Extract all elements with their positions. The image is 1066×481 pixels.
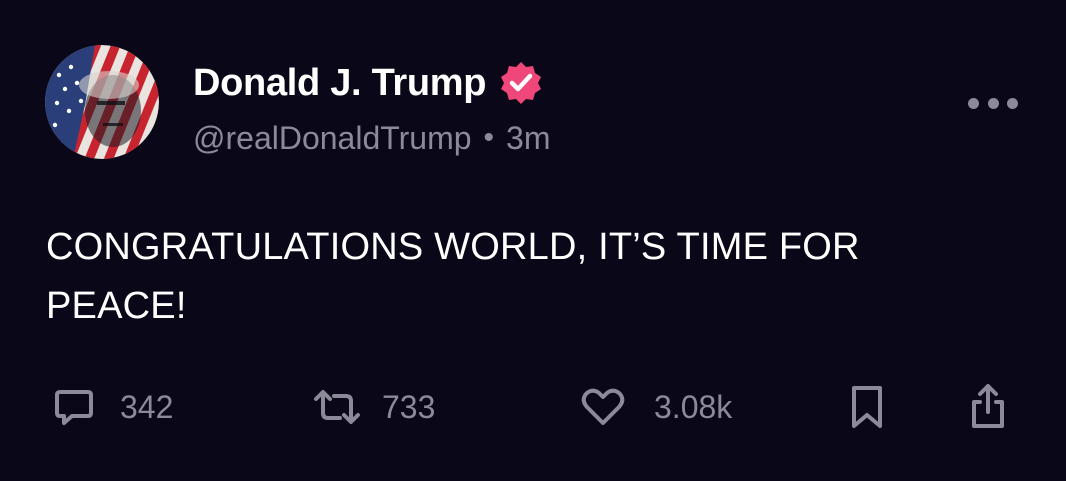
bookmark-icon — [852, 386, 882, 428]
share-icon — [972, 384, 1004, 428]
heart-icon — [581, 388, 625, 425]
post-text: CONGRATULATIONS WORLD, IT’S TIME FOR PEA… — [46, 218, 1006, 336]
like-button[interactable]: 3.08k — [578, 382, 732, 432]
share-button[interactable] — [968, 382, 1008, 432]
post-timestamp[interactable]: 3m — [506, 120, 550, 157]
author-handle-row: @realDonaldTrump • 3m — [193, 116, 550, 160]
avatar[interactable] — [45, 45, 159, 159]
repost-count: 733 — [382, 388, 436, 425]
post-text-line: PEACE! — [46, 285, 187, 327]
avatar-image — [45, 45, 159, 159]
repost-button[interactable]: 733 — [308, 382, 435, 432]
author-name-row: Donald J. Trump — [193, 58, 544, 108]
more-dot — [1007, 97, 1018, 109]
reply-button[interactable]: 342 — [50, 382, 173, 432]
comment-icon — [55, 390, 93, 425]
reply-count: 342 — [120, 388, 174, 425]
more-horizontal-icon[interactable] — [968, 88, 1018, 118]
more-dot — [987, 97, 999, 109]
separator-dot: • — [483, 121, 495, 154]
post-text-line: CONGRATULATIONS WORLD, IT’S TIME FOR — [46, 226, 860, 268]
post-card: Donald J. Trump @realDonaldTrump • 3m CO… — [0, 0, 1066, 481]
author-handle[interactable]: @realDonaldTrump — [193, 120, 472, 157]
verified-badge-icon — [498, 60, 544, 106]
repost-icon — [314, 390, 360, 424]
bookmark-button[interactable] — [846, 382, 888, 432]
more-dot — [968, 97, 979, 109]
like-count: 3.08k — [654, 388, 733, 425]
author-display-name[interactable]: Donald J. Trump — [193, 62, 487, 105]
